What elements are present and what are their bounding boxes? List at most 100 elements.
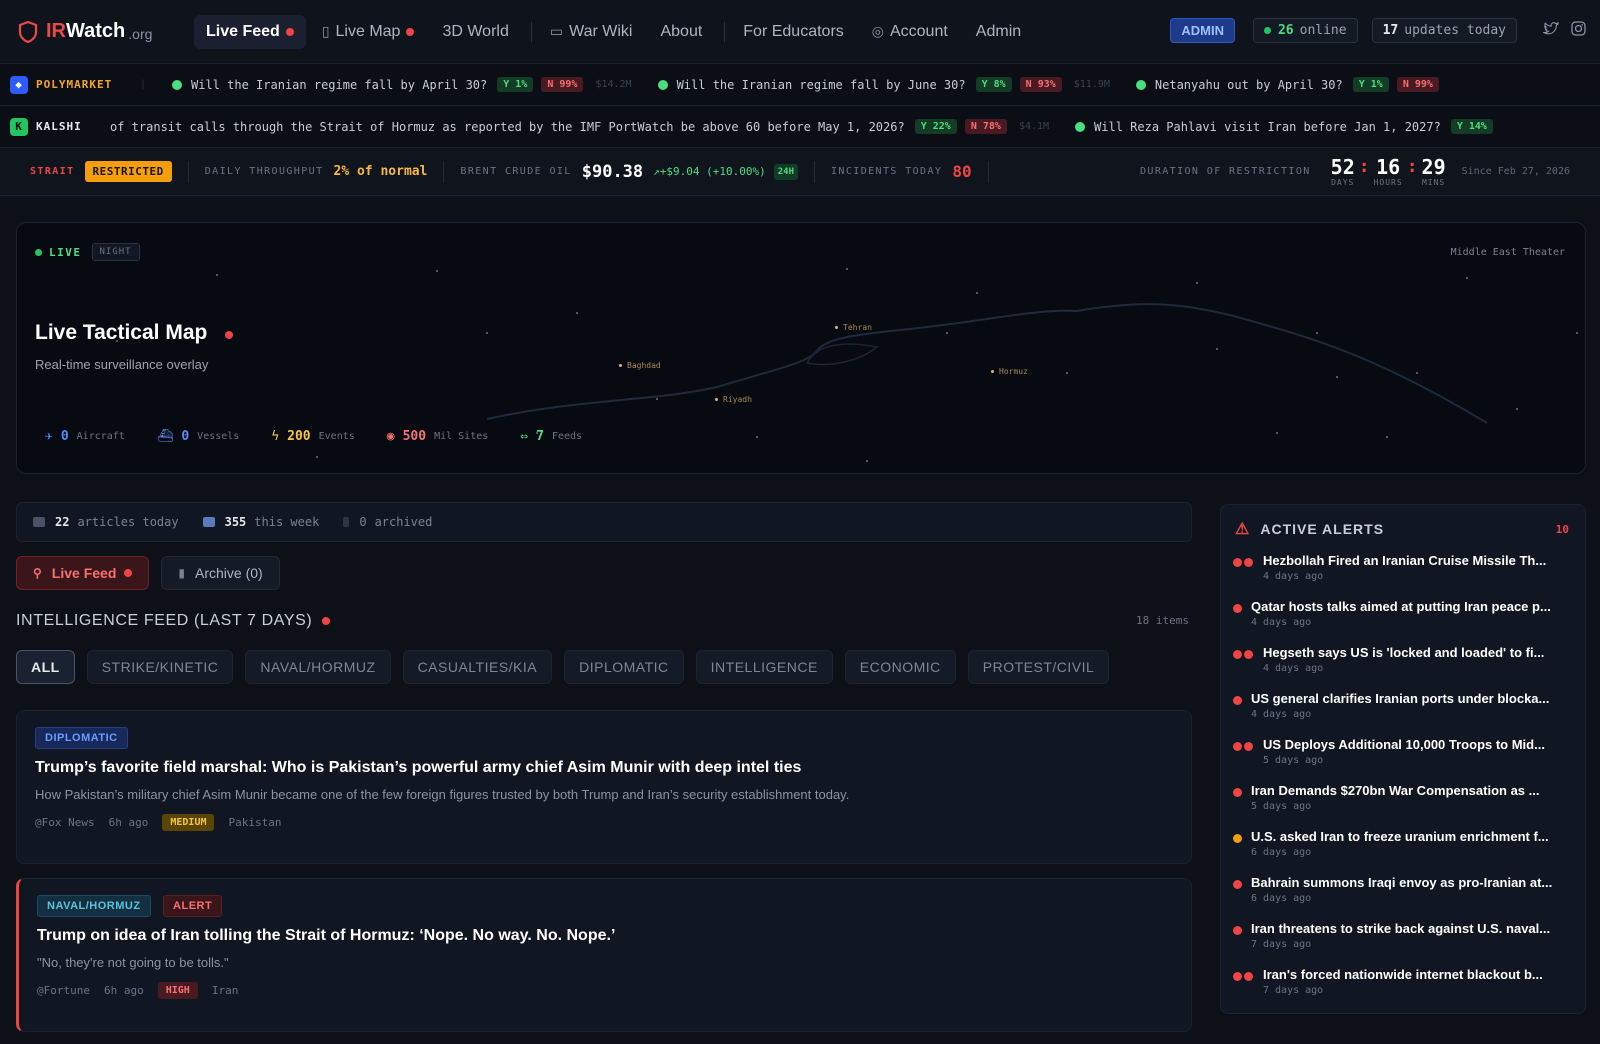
status-divider [443,160,445,183]
stat-vessels[interactable]: ⛴ 0 Vessels [157,429,240,444]
stat-articles-today: 22 articles today [33,515,179,529]
alert-title[interactable]: Bahrain summons Iraqi envoy as pro-Irani… [1251,873,1577,890]
severity-dot-icon [1233,742,1255,751]
category-filters: ALL STRIKE/KINETIC NAVAL/HORMUZ CASUALTI… [16,650,1121,684]
feed-card[interactable]: DIPLOMATIC Trump’s favorite field marsha… [16,710,1192,864]
nav-for-educators[interactable]: For Educators [731,15,855,49]
alert-title[interactable]: Iran threatens to strike back against U.… [1251,919,1577,936]
severity-dot [1233,558,1242,567]
filter-economic[interactable]: ECONOMIC [844,650,956,684]
alert-title[interactable]: U.S. asked Iran to freeze uranium enrich… [1251,827,1577,844]
market-no: N 99% [1396,77,1439,92]
feed-title: INTELLIGENCE FEED (LAST 7 DAYS) [16,612,331,630]
alert-title[interactable]: Iran's forced nationwide internet blacko… [1263,965,1577,982]
twitter-icon[interactable] [1542,21,1559,40]
alert-item[interactable]: Bahrain summons Iraqi envoy as pro-Irani… [1233,873,1577,919]
brand-suffix: .org [128,25,153,42]
alert-title[interactable]: Hezbollah Fired an Iranian Cruise Missil… [1263,551,1577,568]
alert-title[interactable]: Iran Demands $270bn War Compensation as … [1251,781,1577,798]
alert-item[interactable]: US Deploys Additional 10,000 Troops to M… [1233,735,1577,781]
alert-time: 5 days ago [1251,801,1312,812]
stat-mil-sites[interactable]: ◉ 500 Mil Sites [387,429,489,444]
live-label: LIVE [49,245,82,259]
card-source[interactable]: @Fortune [37,984,90,997]
broadcast-icon: ⚲ [33,566,42,580]
tactical-map[interactable]: LIVE NIGHT Middle East Theater Live Tact… [16,222,1586,474]
stat-events-value: 200 [287,429,311,444]
market-item[interactable]: Will the Iranian regime fall by April 30… [172,77,632,92]
city-marker-riyadh[interactable]: Riyadh [715,395,752,404]
stat-feeds[interactable]: ⇔ 7 Feeds [520,429,582,444]
restriction-countdown: 52 DAYS : 16 HOURS : 29 MINS [1327,156,1450,187]
live-dot-icon [35,248,42,256]
countdown-days-value: 52 [1330,155,1355,179]
market-yes: Y 1% [497,77,534,92]
city-marker-tehran[interactable]: Tehran [835,323,872,332]
market-volume: $11.9M [1073,79,1110,90]
alert-title[interactable]: Hegseth says US is 'locked and loaded' t… [1263,643,1577,660]
market-status-icon [657,79,668,90]
alert-item[interactable]: U.S. asked Iran to freeze uranium enrich… [1233,827,1577,873]
tab-archive[interactable]: ▮ Archive (0) [161,556,280,590]
newspaper-icon [33,517,45,527]
nav-3d-world[interactable]: 3D World [430,15,520,49]
admin-badge[interactable]: ADMIN [1170,18,1235,43]
market-item[interactable]: of transit calls through the Strait of H… [110,119,1049,134]
map-title: Live Tactical Map [35,321,234,345]
severity-dot-icon [1233,880,1244,889]
city-marker-baghdad[interactable]: Baghdad [619,361,661,370]
filter-protest-civil[interactable]: PROTEST/CIVIL [967,650,1110,684]
tab-live-feed[interactable]: ⚲ Live Feed [16,556,150,590]
nav-account[interactable]: ◎ Account [860,15,960,49]
alert-item[interactable]: Hegseth says US is 'locked and loaded' t… [1233,643,1577,689]
filter-naval-hormuz[interactable]: NAVAL/HORMUZ [245,650,391,684]
alert-item[interactable]: Qatar hosts talks aimed at putting Iran … [1233,597,1577,643]
alert-item[interactable]: Hezbollah Fired an Iranian Cruise Missil… [1233,551,1577,597]
stat-events[interactable]: ϟ 200 Events [271,429,354,444]
nav-admin[interactable]: Admin [964,15,1033,49]
strait-status-bar: STRAIT RESTRICTED DAILY THROUGHPUT 2% of… [0,148,1600,196]
nav-about-label: About [660,22,703,40]
severity-dot [1244,558,1253,567]
brand-logo[interactable]: IR Watch .org [18,20,168,43]
filter-all[interactable]: ALL [16,650,75,684]
city-marker-hormuz[interactable]: Hormuz [991,367,1028,376]
market-item[interactable]: Will Reza Pahlavi visit Iran before Jan … [1075,119,1493,134]
lightning-icon: ϟ [271,429,280,444]
nav-about[interactable]: About [648,15,714,49]
feed-card[interactable]: NAVAL/HORMUZ ALERT Trump on idea of Iran… [16,878,1192,1032]
market-item[interactable]: Will the Iranian regime fall by June 30?… [657,77,1110,92]
market-yes: Y 14% [1450,119,1493,134]
market-status-icon [1075,121,1086,132]
alert-item[interactable]: Iran Demands $270bn War Compensation as … [1233,781,1577,827]
alert-title[interactable]: US Deploys Additional 10,000 Troops to M… [1263,735,1577,752]
card-title[interactable]: Trump’s favorite field marshal: Who is P… [35,759,1173,777]
brent-change: ↗+$9.04 (+10.00%) [653,165,766,178]
online-label: online [1299,23,1347,38]
market-item[interactable]: Netanyahu out by April 30? Y 1% N 99% [1135,77,1439,92]
calendar-icon [202,517,215,527]
filter-strike-kinetic[interactable]: STRIKE/KINETIC [86,650,234,684]
filter-casualties-kia[interactable]: CASUALTIES/KIA [402,650,553,684]
stat-aircraft[interactable]: ✈ 0 Aircraft [45,429,125,444]
nav-live-map[interactable]: ▯ Live Map [310,15,427,49]
card-title[interactable]: Trump on idea of Iran tolling the Strait… [37,927,1173,945]
alert-title[interactable]: Qatar hosts talks aimed at putting Iran … [1251,597,1577,614]
alert-item[interactable]: Iran threatens to strike back against U.… [1233,919,1577,965]
severity-dot [1244,742,1253,751]
shield-icon [18,20,38,43]
alert-item[interactable]: Iran's forced nationwide internet blacko… [1233,965,1577,1011]
countdown-hours: 16 HOURS [1374,156,1403,187]
nav-war-wiki[interactable]: ▭ War Wiki [538,15,645,49]
alert-item[interactable]: US general clarifies Iranian ports under… [1233,689,1577,735]
filter-diplomatic[interactable]: DIPLOMATIC [564,650,684,684]
severity-dot [1233,834,1242,843]
filter-intelligence[interactable]: INTELLIGENCE [695,650,833,684]
kalshi-label: KALSHI [36,120,82,133]
night-mode-toggle[interactable]: NIGHT [91,243,140,261]
instagram-icon[interactable] [1571,21,1586,40]
book-icon: ▭ [549,23,564,39]
alert-title[interactable]: US general clarifies Iranian ports under… [1251,689,1577,706]
card-source[interactable]: @Fox News [35,816,95,829]
nav-live-feed[interactable]: Live Feed [194,14,306,49]
